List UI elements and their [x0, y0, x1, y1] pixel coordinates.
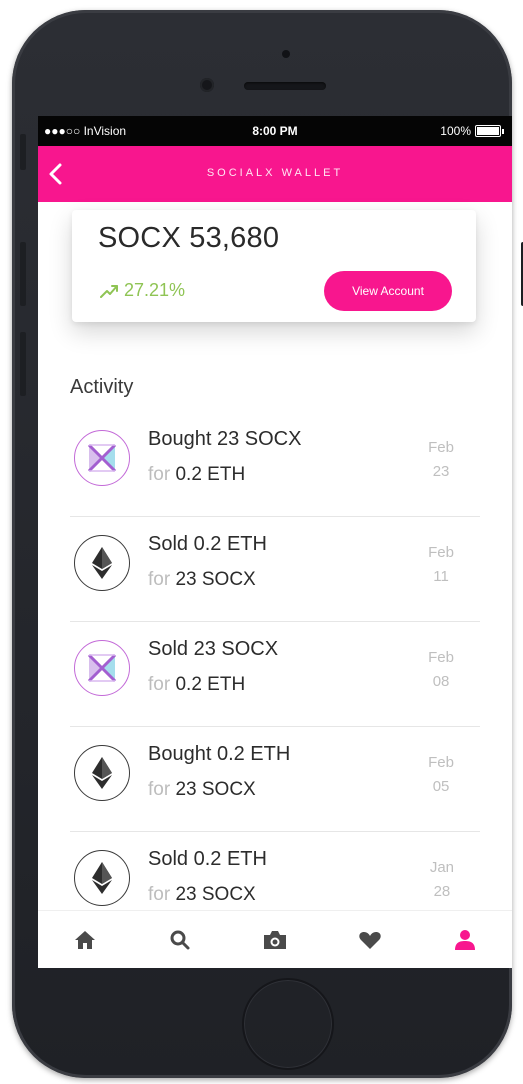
- activity-list: Bought 23 SOCX for 0.2 ETH Feb 23 Sold 0…: [70, 412, 480, 936]
- activity-date: Feb 08: [428, 646, 454, 694]
- activity-subtitle: for 23 SOCX: [148, 779, 256, 801]
- activity-item[interactable]: Sold 0.2 ETH for 23 SOCX Feb 11: [70, 517, 480, 622]
- activity-heading: Activity: [70, 376, 134, 398]
- balance-change-value: 27.21%: [124, 280, 186, 300]
- volume-down-button: [20, 332, 26, 396]
- for-label: for: [148, 884, 171, 905]
- for-label: for: [148, 779, 171, 800]
- date-day: 28: [433, 883, 451, 900]
- search-icon: [170, 930, 190, 950]
- tab-camera[interactable]: [255, 920, 295, 960]
- sensor-icon: [282, 50, 290, 58]
- activity-subtitle: for 23 SOCX: [148, 884, 256, 906]
- for-value: 0.2 ETH: [175, 674, 246, 695]
- activity-item[interactable]: Sold 23 SOCX for 0.2 ETH Feb 08: [70, 622, 480, 727]
- activity-subtitle: for 23 SOCX: [148, 569, 256, 591]
- tab-bar: [38, 910, 512, 968]
- activity-date: Feb 11: [428, 541, 454, 589]
- home-button[interactable]: [242, 978, 334, 1070]
- heart-icon: [359, 932, 381, 949]
- date-month: Jan: [429, 859, 454, 876]
- battery-percent: 100%: [440, 124, 471, 138]
- status-bar: ●●●○○ InVision 8:00 PM 100%: [38, 116, 512, 146]
- date-month: Feb: [428, 754, 454, 771]
- ethereum-icon: [74, 850, 130, 906]
- for-value: 0.2 ETH: [175, 464, 246, 485]
- balance-amount: SOCX 53,680: [98, 222, 280, 254]
- activity-title: Sold 0.2 ETH: [148, 533, 267, 555]
- socx-logo-icon: [74, 640, 130, 696]
- ethereum-icon: [74, 745, 130, 801]
- tab-search[interactable]: [160, 920, 200, 960]
- for-value: 23 SOCX: [175, 569, 256, 590]
- activity-subtitle: for 0.2 ETH: [148, 464, 245, 486]
- for-label: for: [148, 569, 171, 590]
- activity-date: Feb 05: [428, 751, 454, 799]
- activity-title: Bought 0.2 ETH: [148, 743, 291, 765]
- mute-switch: [20, 134, 26, 170]
- for-value: 23 SOCX: [175, 779, 256, 800]
- page-title: SOCIALX WALLET: [206, 167, 344, 179]
- app-header: SOCIALX WALLET: [38, 146, 512, 202]
- tab-profile[interactable]: [445, 920, 485, 960]
- date-day: 08: [432, 673, 450, 690]
- battery-tip: [502, 128, 504, 134]
- for-label: for: [148, 464, 171, 485]
- activity-title: Bought 23 SOCX: [148, 428, 302, 450]
- camera-icon: [263, 931, 286, 949]
- balance-card: SOCX 53,680 27.21% View Account: [72, 210, 476, 322]
- date-month: Feb: [428, 649, 454, 666]
- ethereum-icon: [74, 535, 130, 591]
- activity-item[interactable]: Bought 0.2 ETH for 23 SOCX Feb 05: [70, 727, 480, 832]
- date-day: 11: [433, 568, 449, 585]
- tab-favorites[interactable]: [350, 920, 390, 960]
- activity-subtitle: for 0.2 ETH: [148, 674, 245, 696]
- date-month: Feb: [428, 544, 454, 561]
- activity-date: Jan 28: [430, 856, 454, 904]
- date-day: 23: [432, 463, 450, 480]
- view-account-button[interactable]: View Account: [324, 271, 452, 311]
- volume-up-button: [20, 242, 26, 306]
- profile-icon: [454, 930, 475, 950]
- activity-title: Sold 0.2 ETH: [148, 848, 267, 870]
- home-icon: [75, 931, 96, 949]
- trend-up-icon: [100, 284, 118, 298]
- activity-date: Feb 23: [428, 436, 454, 484]
- front-camera-icon: [200, 78, 214, 92]
- for-value: 23 SOCX: [175, 884, 256, 905]
- socx-logo-icon: [74, 430, 130, 486]
- tab-home[interactable]: [65, 920, 105, 960]
- app-screen: ●●●○○ InVision 8:00 PM 100% SOCIALX WALL…: [38, 116, 512, 968]
- activity-title: Sold 23 SOCX: [148, 638, 279, 660]
- date-day: 05: [432, 778, 450, 795]
- date-month: Feb: [428, 439, 454, 456]
- battery-icon: [475, 125, 501, 137]
- balance-change: 27.21%: [100, 280, 185, 301]
- activity-item[interactable]: Bought 23 SOCX for 0.2 ETH Feb 23: [70, 412, 480, 517]
- battery-status: 100%: [440, 124, 504, 138]
- speaker-grille: [244, 82, 326, 90]
- for-label: for: [148, 674, 171, 695]
